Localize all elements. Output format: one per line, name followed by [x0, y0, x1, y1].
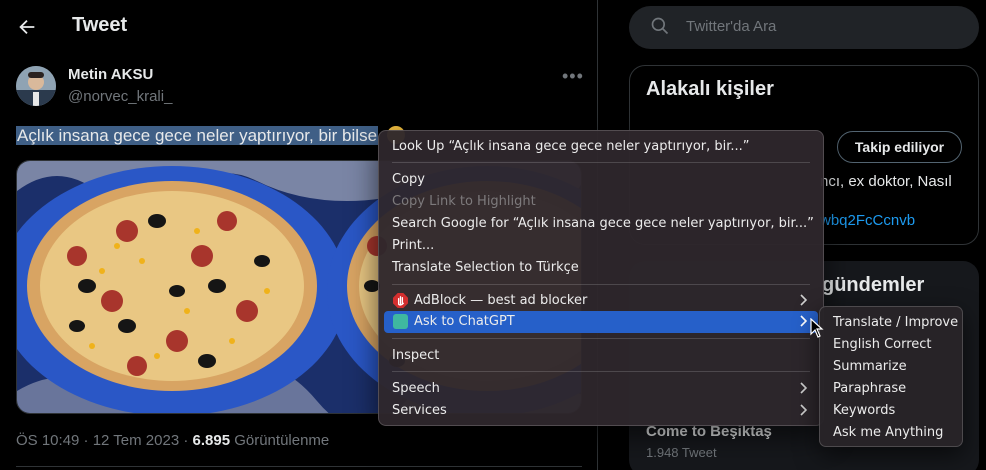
views-count: 6.895	[192, 432, 231, 449]
bio-link[interactable]: wbq2FcCcnvb	[820, 212, 915, 229]
trend-item-count: 1.948 Tweet	[646, 445, 717, 460]
following-button[interactable]: Takip ediliyor	[837, 131, 962, 163]
author-handle[interactable]: @norvec_krali_	[68, 88, 172, 105]
menu-item-translate-selection[interactable]: Translate Selection to Türkçe	[384, 257, 818, 279]
menu-item-inspect[interactable]: Inspect	[384, 345, 818, 367]
submenu-item-paraphrase[interactable]: Paraphrase	[833, 381, 906, 396]
chatgpt-icon	[393, 314, 408, 329]
submenu-item-keywords[interactable]: Keywords	[833, 403, 895, 418]
search-icon	[651, 17, 669, 35]
menu-item-label: Speech	[392, 381, 440, 396]
author-name[interactable]: Metin AKSU	[68, 66, 153, 83]
submenu-item-english-correct[interactable]: English Correct	[833, 337, 932, 352]
menu-item-label: Copy	[392, 172, 425, 187]
tweet-meta: ÖS 10:49 · 12 Tem 2023 · 6.895 Görüntüle…	[16, 432, 329, 449]
menu-item-label: Look Up “Açlık insana gece gece neler ya…	[392, 139, 750, 154]
submenu-item-ask-anything[interactable]: Ask me Anything	[833, 425, 943, 440]
menu-item-copy-link-to-highlight: Copy Link to Highlight	[384, 191, 818, 213]
menu-item-look-up[interactable]: Look Up “Açlık insana gece gece neler ya…	[384, 136, 818, 158]
menu-item-copy[interactable]: Copy	[384, 169, 818, 191]
trends-title: gündemler	[822, 274, 925, 296]
more-icon[interactable]: •••	[562, 66, 584, 87]
menu-separator	[392, 284, 810, 285]
menu-item-label: Translate Selection to Türkçe	[392, 260, 579, 275]
menu-item-adblock[interactable]: AdBlock — best ad blocker	[384, 290, 818, 312]
chevron-right-icon	[800, 404, 808, 416]
tweet-timestamp[interactable]: ÖS 10:49 · 12 Tem 2023 ·	[16, 432, 193, 449]
menu-item-label: Ask to ChatGPT	[414, 314, 515, 329]
views-label: Görüntülenme	[230, 432, 330, 449]
chevron-right-icon	[800, 315, 808, 327]
menu-separator	[392, 338, 810, 339]
menu-item-label: Print...	[392, 238, 435, 253]
submenu-item-translate-improve[interactable]: Translate / Improve	[833, 315, 958, 330]
menu-item-speech[interactable]: Speech	[384, 378, 818, 400]
menu-item-label: Inspect	[392, 348, 440, 363]
menu-item-label: Search Google for “Açlık insana gece gec…	[392, 216, 814, 231]
page-title: Tweet	[72, 14, 128, 36]
menu-item-search-google[interactable]: Search Google for “Açlık insana gece gec…	[384, 213, 818, 235]
user-bio-snippet: ncı, ex doktor, Nasıl	[820, 173, 952, 190]
menu-item-label: AdBlock — best ad blocker	[414, 293, 588, 308]
tweet-text: Açlık insana gece gece neler yaptırıyor,…	[16, 126, 405, 146]
search-input[interactable]	[629, 6, 979, 49]
related-people-title: Alakalı kişiler	[646, 78, 774, 100]
menu-item-ask-chatgpt[interactable]: Ask to ChatGPT	[384, 311, 818, 333]
menu-item-label: Services	[392, 403, 447, 418]
pointer-cursor-icon	[810, 318, 824, 338]
menu-item-label: Copy Link to Highlight	[392, 194, 536, 209]
divider	[16, 466, 582, 467]
adblock-hand-icon	[393, 293, 408, 308]
tweet-text-selected: Açlık insana gece gece neler yaptırıyor,…	[16, 126, 379, 145]
chevron-right-icon	[800, 294, 808, 306]
menu-item-services[interactable]: Services	[384, 400, 818, 422]
menu-separator	[392, 162, 810, 163]
menu-separator	[392, 371, 810, 372]
chevron-right-icon	[800, 382, 808, 394]
menu-item-print[interactable]: Print...	[384, 235, 818, 257]
submenu-item-summarize[interactable]: Summarize	[833, 359, 907, 374]
avatar[interactable]	[16, 66, 56, 106]
search-placeholder: Twitter'da Ara	[686, 18, 777, 35]
back-arrow-icon[interactable]	[16, 16, 38, 38]
